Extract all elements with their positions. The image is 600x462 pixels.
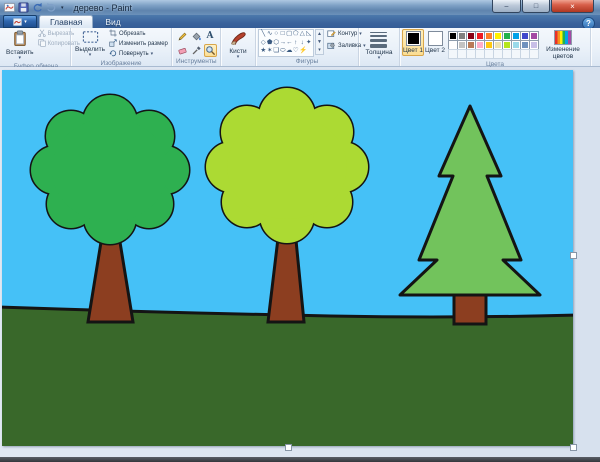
canvas-resize-handle-bottom[interactable] xyxy=(285,444,292,451)
app-menu-icon xyxy=(13,18,22,26)
line-thickness-icon xyxy=(370,32,387,48)
shape-item[interactable]: ✦ xyxy=(306,39,313,48)
color-palette xyxy=(448,31,538,58)
paint-canvas[interactable] xyxy=(2,70,573,446)
shapes-scroll: ▲ ▼ ▾ xyxy=(315,29,324,55)
color2-label: Цвет 2 xyxy=(425,47,445,54)
edit-colors-label: Изменение цветов xyxy=(540,46,586,60)
rotate-icon xyxy=(109,49,117,59)
magnifier-icon xyxy=(205,45,216,56)
text-icon: A xyxy=(207,32,214,41)
color1-button[interactable]: Цвет 1 xyxy=(402,29,424,56)
shapes-group-label: Фигуры xyxy=(258,57,356,66)
fir-trunk xyxy=(454,293,486,324)
color2-button[interactable]: Цвет 2 xyxy=(424,29,446,56)
canvas-resize-handle-corner[interactable] xyxy=(570,444,577,451)
shape-fill-icon xyxy=(327,41,336,51)
crop-icon xyxy=(109,29,117,39)
rotate-button[interactable]: Повернуть ▾ xyxy=(109,49,168,59)
eraser-icon xyxy=(177,45,188,56)
eyedropper-icon xyxy=(191,45,202,56)
quick-access-toolbar: ▾ xyxy=(4,2,64,13)
edit-colors-button[interactable]: Изменение цветов xyxy=(540,29,586,60)
brush-icon xyxy=(229,30,247,48)
group-image: Выделить ▾ Обрезать Изменить размер Пове… xyxy=(71,28,172,66)
size-button[interactable]: Толщина ▾ xyxy=(364,29,395,62)
group-brushes: Кисти ▾ xyxy=(221,28,256,66)
minimize-button[interactable]: – xyxy=(492,0,521,13)
rotate-caret-icon: ▾ xyxy=(151,51,154,57)
shapes-scroll-up-icon[interactable]: ▲ xyxy=(316,30,323,38)
crop-button[interactable]: Обрезать xyxy=(109,29,168,39)
edit-colors-icon xyxy=(554,30,572,45)
fill-bucket-icon xyxy=(191,31,202,42)
crop-label: Обрезать xyxy=(119,31,145,37)
color-picker-tool[interactable] xyxy=(190,44,203,57)
paint-window: ▾ дерево - Paint – □ × ▾ Главная Вид ? В… xyxy=(0,0,600,462)
status-bar-edge xyxy=(0,457,600,462)
size-caret-icon: ▾ xyxy=(378,56,381,61)
app-menu-caret-icon: ▾ xyxy=(24,19,27,25)
drawing-three-trees[interactable] xyxy=(2,70,573,446)
eraser-tool[interactable] xyxy=(176,44,189,57)
ground xyxy=(2,307,573,446)
maximize-button[interactable]: □ xyxy=(522,0,550,13)
shape-item[interactable]: ◺ xyxy=(306,30,313,39)
paint-app-icon[interactable] xyxy=(4,2,15,13)
fill-tool[interactable] xyxy=(190,30,203,43)
group-tools: A Инструменты xyxy=(172,28,221,66)
brushes-button[interactable]: Кисти ▾ xyxy=(227,29,249,61)
rotate-label: Повернуть xyxy=(119,51,149,57)
color1-label: Цвет 1 xyxy=(403,47,423,54)
color1-swatch xyxy=(406,31,421,46)
app-menu-button[interactable]: ▾ xyxy=(3,15,37,28)
magnifier-tool[interactable] xyxy=(204,44,217,57)
group-size: Толщина ▾ xyxy=(359,28,400,66)
undo-icon[interactable] xyxy=(32,2,43,13)
shapes-scroll-down-icon[interactable]: ▼ xyxy=(316,38,323,46)
select-caret-icon: ▾ xyxy=(89,53,92,58)
group-shapes: ╲∿○□▢⬠△◺◇⬟⬡→←↑↓✦★✶❏⬭☁♡⚡ ▲ ▼ ▾ Контур ▾ З… xyxy=(256,28,359,66)
resize-icon xyxy=(109,39,117,49)
save-icon[interactable] xyxy=(18,2,29,13)
tools-group-label: Инструменты xyxy=(174,57,218,66)
group-clipboard: Вставить ▾ Вырезать Копировать Буфер обм… xyxy=(2,28,71,66)
tab-view[interactable]: Вид xyxy=(95,16,130,28)
shape-fill-label: Заливка xyxy=(338,43,361,49)
ribbon-tab-row: ▾ Главная Вид xyxy=(0,15,600,28)
window-title: дерево - Paint xyxy=(74,3,132,13)
canvas-resize-handle-right[interactable] xyxy=(570,252,577,259)
pencil-tool[interactable] xyxy=(176,30,189,43)
resize-label: Изменить размер xyxy=(119,41,168,47)
window-controls: – □ × xyxy=(491,0,594,13)
select-button[interactable]: Выделить ▾ xyxy=(73,29,107,59)
copy-icon xyxy=(38,39,46,49)
tab-home[interactable]: Главная xyxy=(39,15,93,28)
select-icon xyxy=(82,30,99,46)
shape-item xyxy=(306,47,313,56)
palette-swatch-empty[interactable] xyxy=(529,49,539,59)
clipboard-icon xyxy=(12,30,28,49)
tree2-crown xyxy=(206,88,368,243)
workspace xyxy=(0,67,600,457)
outline-label: Контур xyxy=(338,31,357,37)
paste-caret-icon: ▾ xyxy=(19,56,22,61)
text-tool[interactable]: A xyxy=(204,30,217,43)
close-button[interactable]: × xyxy=(551,0,594,13)
scissors-icon xyxy=(38,29,46,39)
pencil-icon xyxy=(177,31,188,42)
resize-button[interactable]: Изменить размер xyxy=(109,39,168,49)
outline-icon xyxy=(327,29,336,39)
paste-button[interactable]: Вставить ▾ xyxy=(4,29,36,62)
group-colors: Цвет 1 Цвет 2 Изменение цветов Цвета xyxy=(400,28,591,66)
shapes-more-icon[interactable]: ▾ xyxy=(316,46,323,54)
tree1-crown xyxy=(31,95,189,244)
redo-icon[interactable] xyxy=(46,2,57,13)
shapes-grid: ╲∿○□▢⬠△◺◇⬟⬡→←↑↓✦★✶❏⬭☁♡⚡ xyxy=(258,29,314,57)
brushes-caret-icon: ▾ xyxy=(237,55,240,60)
color2-swatch xyxy=(428,31,443,46)
qat-dropdown-icon[interactable]: ▾ xyxy=(61,5,64,11)
ribbon: Вставить ▾ Вырезать Копировать Буфер обм… xyxy=(0,28,600,67)
